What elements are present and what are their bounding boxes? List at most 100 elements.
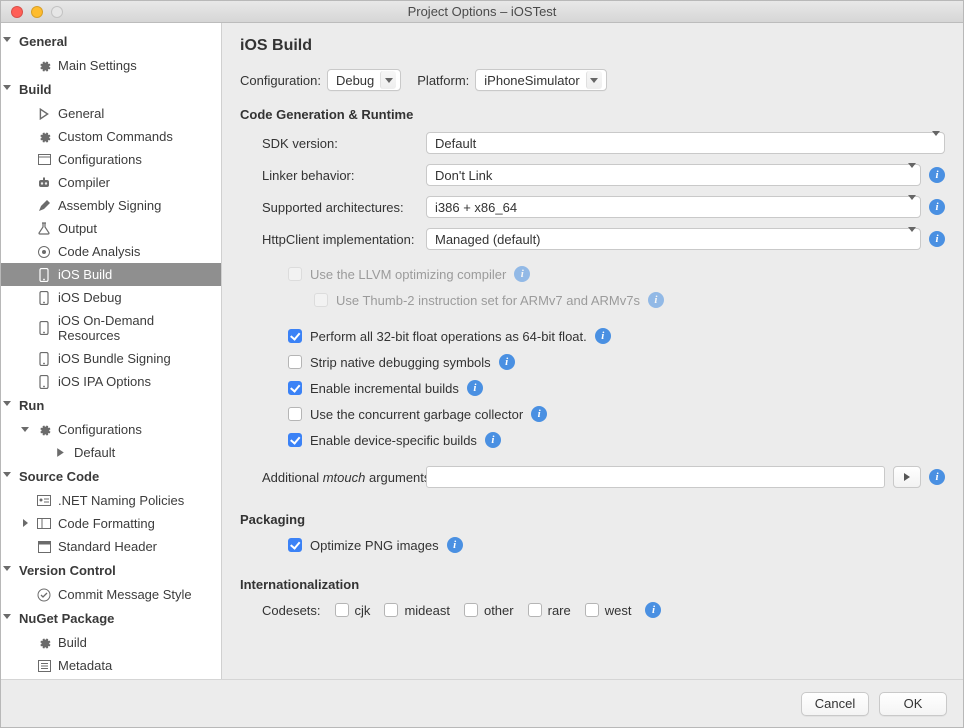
supported-arch-select[interactable]: i386 + x86_64 [426,196,921,218]
info-icon[interactable]: i [645,602,661,618]
float-ops-checkbox[interactable] [288,329,302,343]
info-icon[interactable]: i [485,432,501,448]
float-ops-row: Perform all 32-bit float operations as 6… [240,328,945,344]
project-options-window: Project Options – iOSTest General Main S… [0,0,964,728]
sidebar-section-build[interactable]: Build [1,77,221,102]
target-icon [37,245,51,259]
incremental-builds-checkbox[interactable] [288,381,302,395]
sidebar-section-source-code[interactable]: Source Code [1,464,221,489]
mtouch-arguments-input[interactable] [426,466,885,488]
configuration-select[interactable]: Debug [327,69,401,91]
sidebar-section-run[interactable]: Run [1,393,221,418]
strip-symbols-row: Strip native debugging symbols i [240,354,945,370]
codeset-mideast-checkbox[interactable] [384,603,398,617]
page-title: iOS Build [240,37,945,55]
sidebar-item-build-general[interactable]: General [1,102,221,125]
chevron-down-icon [3,401,11,406]
platform-label: Platform: [417,73,469,88]
triangle-right-icon [904,473,910,481]
codeset-rare-checkbox[interactable] [528,603,542,617]
concurrent-gc-checkbox[interactable] [288,407,302,421]
chevron-down-icon [908,232,916,247]
sidebar-item-run-configurations[interactable]: Configurations [1,418,221,441]
sidebar-item-ios-build[interactable]: iOS Build [1,263,221,286]
info-icon[interactable]: i [929,199,945,215]
info-icon[interactable]: i [648,292,664,308]
minimize-window-button[interactable] [31,6,43,18]
mtouch-expand-button[interactable] [893,466,921,488]
phone-icon [37,352,51,366]
optimize-png-row: Optimize PNG images i [240,537,945,553]
close-window-button[interactable] [11,6,23,18]
platform-select[interactable]: iPhoneSimulator [475,69,606,91]
sidebar-item-ios-ondemand[interactable]: iOS On-Demand Resources [1,309,221,347]
phone-icon [37,268,51,282]
chevron-right-icon [23,519,28,527]
sidebar-item-ios-ipa-options[interactable]: iOS IPA Options [1,370,221,393]
sidebar-item-assembly-signing[interactable]: Assembly Signing [1,194,221,217]
sidebar-item-custom-commands[interactable]: Custom Commands [1,125,221,148]
httpclient-select[interactable]: Managed (default) [426,228,921,250]
sidebar-item-code-formatting[interactable]: Code Formatting [1,512,221,535]
zoom-window-button[interactable] [51,6,63,18]
info-icon[interactable]: i [531,406,547,422]
info-icon[interactable]: i [595,328,611,344]
sidebar-item-nuget-build[interactable]: Build [1,631,221,654]
info-icon[interactable]: i [447,537,463,553]
info-icon[interactable]: i [929,167,945,183]
layout-icon [37,517,51,531]
gear-icon [37,130,51,144]
sidebar-item-commit-message-style[interactable]: Commit Message Style [1,583,221,606]
sidebar-section-nuget[interactable]: NuGet Package [1,606,221,631]
phone-icon [37,375,51,389]
optimize-png-checkbox[interactable] [288,538,302,552]
sidebar-item-configurations[interactable]: Configurations [1,148,221,171]
strip-symbols-checkbox[interactable] [288,355,302,369]
sidebar-item-net-naming[interactable]: .NET Naming Policies [1,489,221,512]
check-circle-icon [37,588,51,602]
sidebar-item-main-settings[interactable]: Main Settings [1,54,221,77]
sidebar-section-general[interactable]: General [1,29,221,54]
sidebar-item-nuget-metadata[interactable]: Metadata [1,654,221,677]
thumb2-checkbox-row: Use Thumb-2 instruction set for ARMv7 an… [240,292,945,308]
titlebar: Project Options – iOSTest [1,1,963,23]
sidebar-item-code-analysis[interactable]: Code Analysis [1,240,221,263]
sidebar-item-standard-header[interactable]: Standard Header [1,535,221,558]
gear-icon [37,636,51,650]
sidebar-item-output[interactable]: Output [1,217,221,240]
llvm-checkbox-row: Use the LLVM optimizing compiler i [240,266,945,282]
chevron-down-icon [908,200,916,215]
codeset-other-checkbox[interactable] [464,603,478,617]
content-panel: iOS Build Configuration: Debug Platform:… [222,23,963,679]
device-specific-row: Enable device-specific builds i [240,432,945,448]
cancel-button[interactable]: Cancel [801,692,869,716]
supported-arch-label: Supported architectures: [240,200,426,215]
config-platform-row: Configuration: Debug Platform: iPhoneSim… [240,69,945,91]
window-title: Project Options – iOSTest [1,4,963,19]
sidebar-section-version-control[interactable]: Version Control [1,558,221,583]
sdk-version-select[interactable]: Default [426,132,945,154]
info-icon[interactable]: i [929,231,945,247]
thumb2-checkbox [314,293,328,307]
info-icon[interactable]: i [467,380,483,396]
info-icon[interactable]: i [499,354,515,370]
window-icon [37,153,51,167]
sidebar-item-compiler[interactable]: Compiler [1,171,221,194]
codeset-cjk-checkbox[interactable] [335,603,349,617]
incremental-builds-row: Enable incremental builds i [240,380,945,396]
gear-icon [37,59,51,73]
ok-button[interactable]: OK [879,692,947,716]
codeset-west-checkbox[interactable] [585,603,599,617]
sidebar-item-run-default[interactable]: Default [1,441,221,464]
sidebar-item-ios-bundle-signing[interactable]: iOS Bundle Signing [1,347,221,370]
phone-icon [37,291,51,305]
robot-icon [37,176,51,190]
info-icon[interactable]: i [514,266,530,282]
linker-behavior-label: Linker behavior: [240,168,426,183]
play-icon [53,446,67,460]
chevron-down-icon [932,136,940,151]
linker-behavior-select[interactable]: Don't Link [426,164,921,186]
device-specific-checkbox[interactable] [288,433,302,447]
info-icon[interactable]: i [929,469,945,485]
sidebar-item-ios-debug[interactable]: iOS Debug [1,286,221,309]
